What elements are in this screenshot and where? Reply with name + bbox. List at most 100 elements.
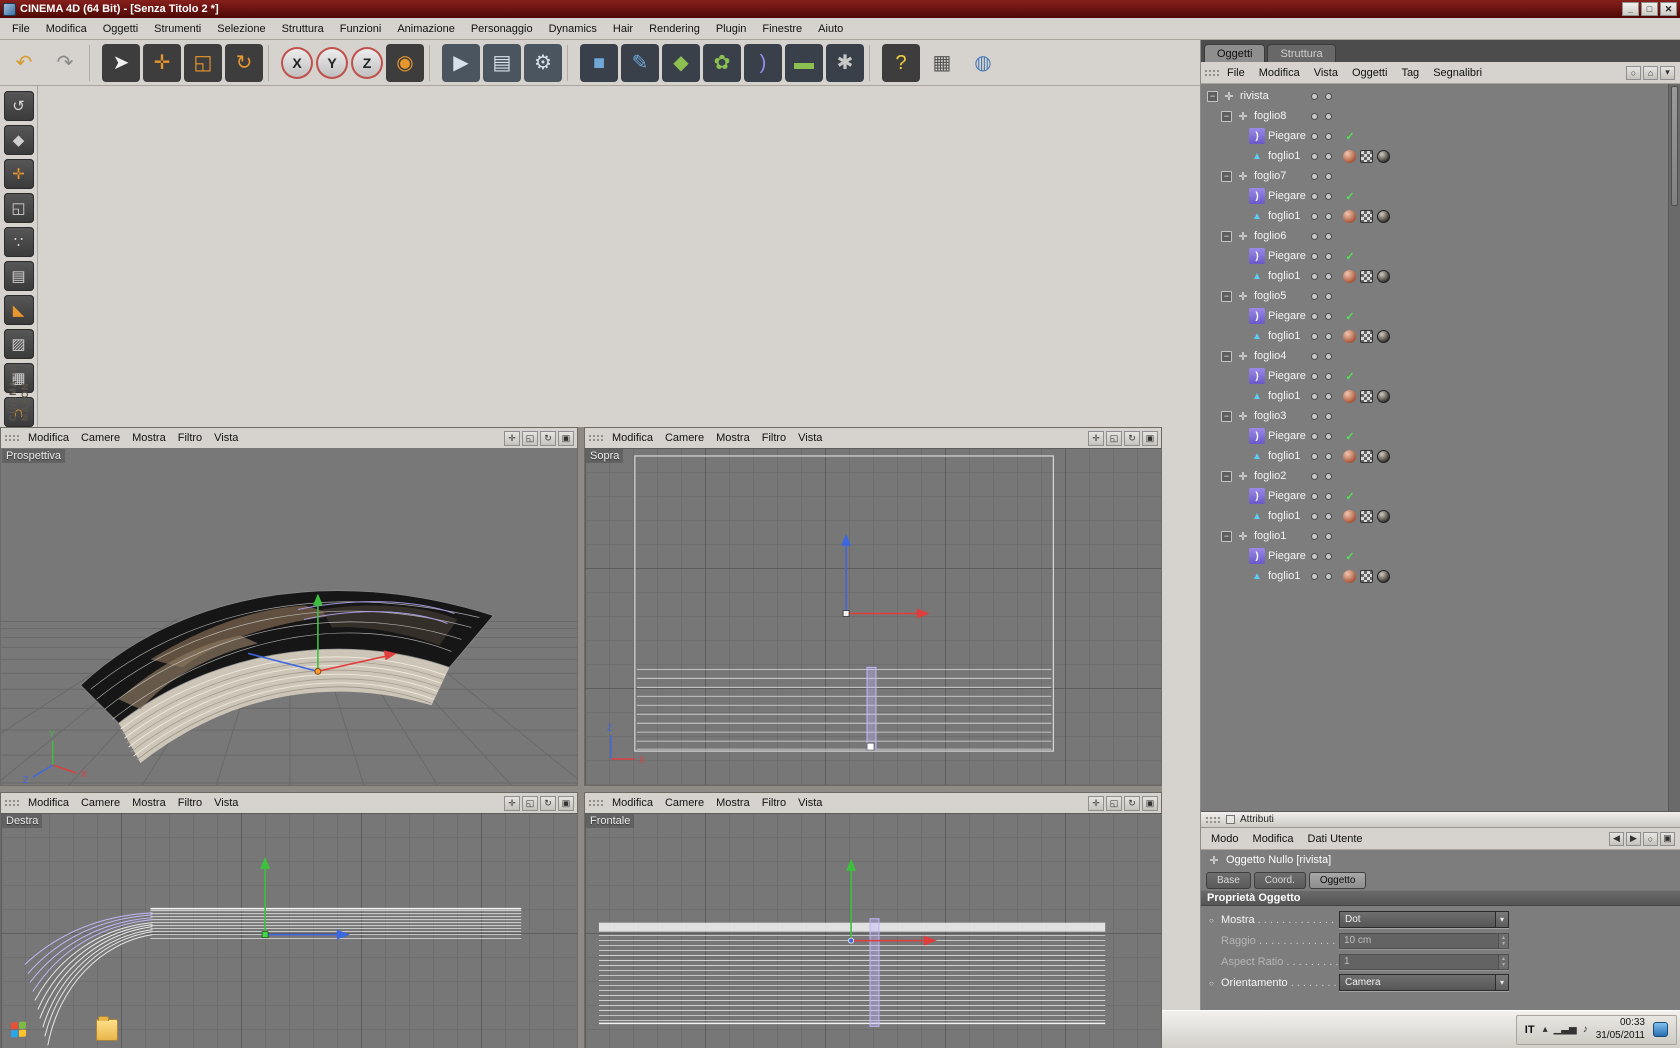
filter-icon[interactable]: ▾ (1660, 65, 1675, 80)
menubar-item[interactable]: Personaggio (463, 20, 541, 38)
object-tree[interactable]: − ✛ rivista − ✛ foglio8) Piegare ✓ ▲ foglio1− ✛ fog… (1201, 84, 1680, 811)
model-mode-button[interactable]: ◆ (3, 125, 34, 155)
visibility-dot-bottom[interactable] (1325, 112, 1332, 120)
visibility-dots[interactable] (1311, 292, 1332, 300)
visibility-dots[interactable] (1311, 372, 1332, 380)
pan-view-icon[interactable]: ✛ (1088, 795, 1104, 811)
viewport-menu-item[interactable]: Camere (75, 430, 126, 446)
visibility-dot-top[interactable] (1311, 432, 1318, 440)
panel-grip[interactable] (4, 434, 20, 442)
viewport-menu-item[interactable]: Filtro (172, 430, 208, 446)
panel-grip[interactable] (588, 799, 604, 807)
object-row[interactable]: ) Piegare ✓ (1201, 246, 1680, 266)
panel-grip[interactable] (1205, 815, 1221, 824)
visibility-dot-bottom[interactable] (1325, 312, 1332, 320)
visibility-dots[interactable] (1311, 492, 1332, 500)
viewport-menu-item[interactable]: Mostra (126, 795, 172, 811)
panel-grip[interactable] (588, 434, 604, 442)
visibility-dot-bottom[interactable] (1325, 452, 1332, 460)
object-row[interactable]: − ✛ foglio3 (1201, 406, 1680, 426)
enabled-check-icon[interactable]: ✓ (1343, 189, 1357, 203)
zoom-view-icon[interactable]: ◱ (522, 795, 538, 811)
object-row[interactable]: ) Piegare ✓ (1201, 426, 1680, 446)
viewport-menu-item[interactable]: Camere (659, 430, 710, 446)
add-particle-button[interactable]: ✱ (826, 43, 864, 82)
move-button[interactable]: ✛ (143, 43, 181, 82)
expand-toggle[interactable]: − (1221, 350, 1232, 362)
visibility-dot-top[interactable] (1311, 192, 1318, 200)
menubar-item[interactable]: Struttura (274, 20, 332, 38)
visibility-dot-top[interactable] (1311, 472, 1318, 480)
visibility-dot-top[interactable] (1311, 392, 1318, 400)
visibility-dots[interactable] (1311, 92, 1332, 100)
visibility-dots[interactable] (1311, 212, 1332, 220)
visibility-dot-bottom[interactable] (1325, 492, 1332, 500)
uvw-tag-icon[interactable] (1360, 389, 1373, 403)
pan-view-icon[interactable]: ✛ (504, 795, 520, 811)
polygons-mode-button[interactable]: ◣ (3, 295, 34, 325)
object-row[interactable]: − ✛ foglio5 (1201, 286, 1680, 306)
rotate-button[interactable]: ↻ (225, 43, 263, 82)
uvw-tag-icon[interactable] (1360, 569, 1373, 583)
attributes-menu-item[interactable]: Modifica (1246, 830, 1301, 848)
viewport-menu-item[interactable]: Mostra (710, 795, 756, 811)
visibility-dots[interactable] (1311, 252, 1332, 260)
visibility-dots[interactable] (1311, 152, 1332, 160)
menubar-item[interactable]: Selezione (209, 20, 273, 38)
object-label[interactable]: foglio1 (1268, 510, 1300, 522)
visibility-dot-bottom[interactable] (1325, 532, 1332, 540)
visibility-dot-top[interactable] (1311, 532, 1318, 540)
texture-mode-button[interactable]: ▨ (3, 329, 34, 359)
object-label[interactable]: foglio1 (1268, 210, 1300, 222)
menubar-item[interactable]: Finestre (754, 20, 810, 38)
add-deformer-button[interactable]: ) (744, 43, 782, 82)
rotate-view-icon[interactable]: ↻ (540, 430, 556, 446)
uvw-tag-icon[interactable] (1360, 209, 1373, 223)
enabled-check-icon[interactable]: ✓ (1343, 489, 1357, 503)
visibility-dot-top[interactable] (1311, 412, 1318, 420)
viewport-menu-item[interactable]: Vista (208, 430, 244, 446)
home-icon[interactable]: ⌂ (1643, 65, 1658, 80)
visibility-dot-bottom[interactable] (1325, 292, 1332, 300)
expand-toggle[interactable]: − (1221, 470, 1232, 482)
visibility-dots[interactable] (1311, 412, 1332, 420)
enabled-check-icon[interactable]: ✓ (1343, 429, 1357, 443)
visibility-dot-bottom[interactable] (1325, 432, 1332, 440)
visibility-dot-bottom[interactable] (1325, 172, 1332, 180)
perspective-canvas[interactable]: Prospettiva Y X Z (1, 448, 577, 785)
enabled-check-icon[interactable]: ✓ (1343, 129, 1357, 143)
viewport-menu-item[interactable]: Vista (208, 795, 244, 811)
texture-tag-icon[interactable] (1377, 509, 1390, 523)
lock-z-axis-button[interactable]: Z (351, 46, 383, 79)
visibility-dot-top[interactable] (1311, 332, 1318, 340)
attribute-tab[interactable]: Base (1206, 871, 1251, 889)
visibility-dot-top[interactable] (1311, 132, 1318, 140)
visibility-dots[interactable] (1311, 232, 1332, 240)
visibility-dot-top[interactable] (1311, 172, 1318, 180)
phong-tag-icon[interactable] (1343, 449, 1356, 463)
object-row[interactable]: − ✛ foglio2 (1201, 466, 1680, 486)
texture-tag-icon[interactable] (1377, 149, 1390, 163)
attributes-menu-item[interactable]: Dati Utente (1301, 830, 1370, 848)
panel-grip[interactable] (1204, 68, 1220, 77)
help-button[interactable]: ? (882, 43, 920, 82)
visibility-dot-top[interactable] (1311, 552, 1318, 560)
visibility-dot-bottom[interactable] (1325, 332, 1332, 340)
expand-toggle[interactable]: − (1207, 90, 1218, 102)
visibility-dots[interactable] (1311, 172, 1332, 180)
rotate-view-icon[interactable]: ↻ (1124, 430, 1140, 446)
spinner-icon[interactable] (1498, 954, 1508, 969)
object-label[interactable]: foglio2 (1254, 470, 1286, 482)
toggle-view-icon[interactable]: ▣ (558, 795, 574, 811)
visibility-dot-bottom[interactable] (1325, 552, 1332, 560)
object-label[interactable]: foglio6 (1254, 230, 1286, 242)
phong-tag-icon[interactable] (1343, 269, 1356, 283)
object-label[interactable]: foglio1 (1268, 150, 1300, 162)
network-icon[interactable]: ▁▃▅ (1554, 1024, 1577, 1035)
manager-tab[interactable]: Struttura (1267, 44, 1336, 62)
object-label[interactable]: foglio4 (1254, 350, 1286, 362)
phong-tag-icon[interactable] (1343, 329, 1356, 343)
object-label[interactable]: Piegare (1268, 370, 1306, 382)
visibility-dot-bottom[interactable] (1325, 192, 1332, 200)
phong-tag-icon[interactable] (1343, 509, 1356, 523)
